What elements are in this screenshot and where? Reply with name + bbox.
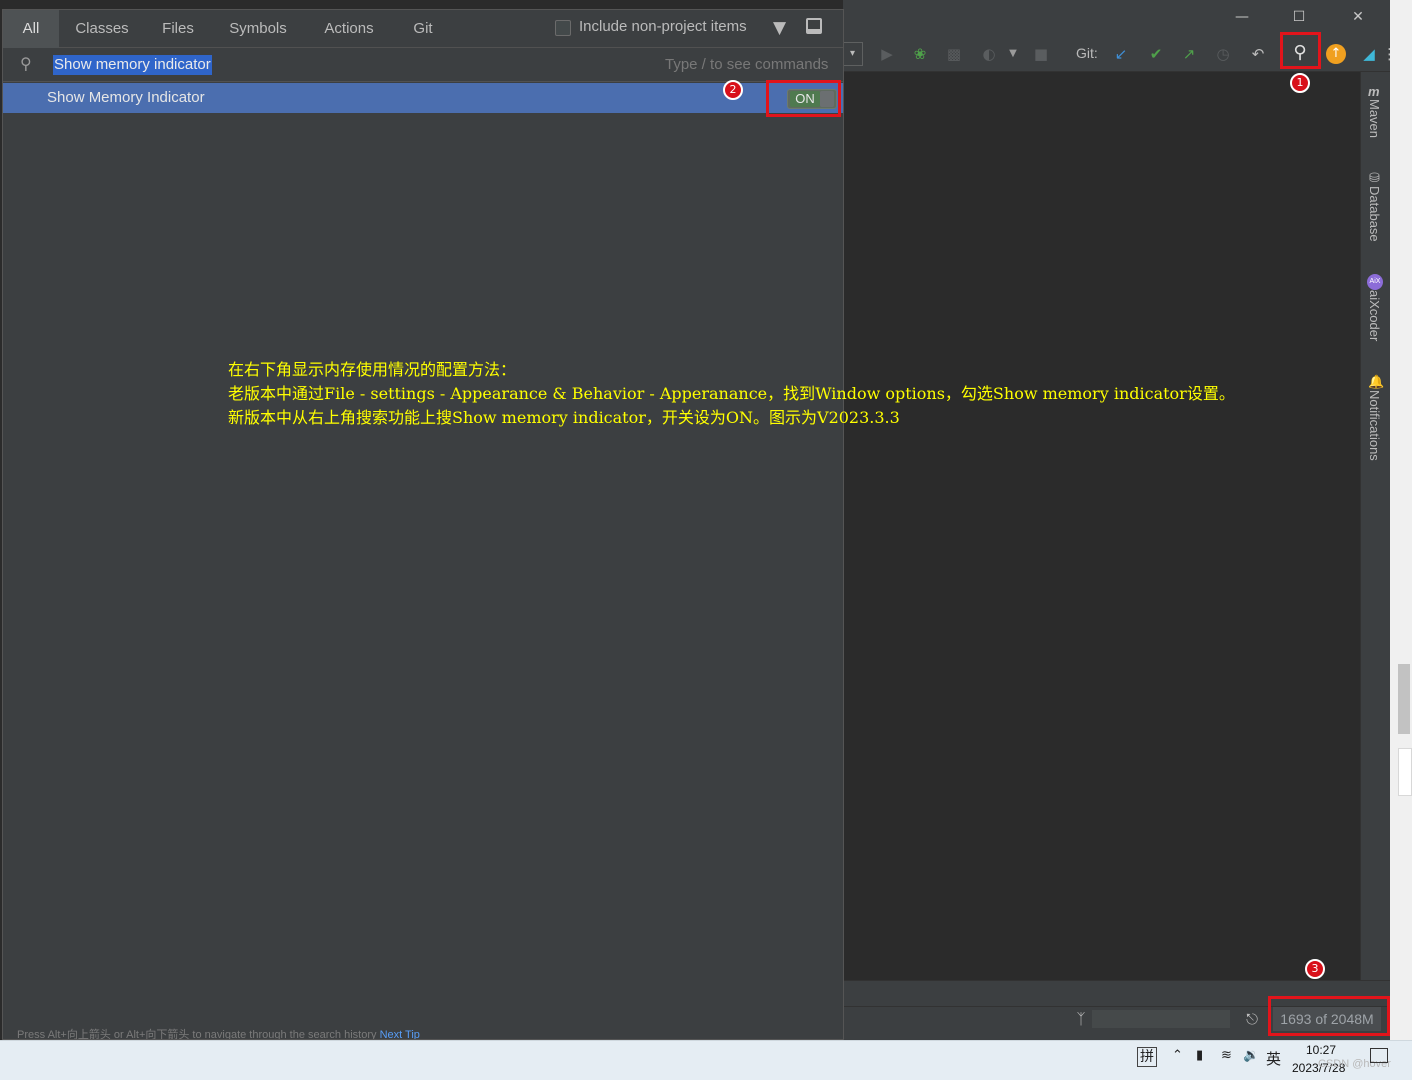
result-label: Show Memory Indicator — [47, 89, 205, 106]
run-icon[interactable]: ▶ — [878, 45, 896, 63]
git-update-icon[interactable]: ↙ — [1112, 45, 1130, 63]
update-icon[interactable]: ↑ — [1326, 44, 1346, 64]
run-config-dropdown[interactable]: ▾ — [843, 42, 863, 66]
popup-footer: Press Alt+向上箭头 or Alt+向下箭头 to navigate t… — [3, 1021, 843, 1039]
include-non-project-checkbox[interactable] — [555, 20, 571, 36]
maximize-icon[interactable]: ☐ — [1284, 6, 1314, 28]
filter-icon[interactable]: ▼ — [773, 18, 786, 38]
wifi-icon[interactable]: ≋ — [1221, 1048, 1232, 1063]
marker-2: 2 — [723, 80, 743, 100]
ide-titlebar: — ☐ ✕ — [843, 0, 1390, 36]
footer-tip: Press Alt+向上箭头 or Alt+向下箭头 to navigate t… — [17, 1026, 420, 1039]
annotation-line: 在右下角显示内存使用情况的配置方法： — [228, 360, 517, 379]
sidebar-item-notifications[interactable]: 🔔 Notifications — [1361, 374, 1391, 461]
plugin-icon[interactable]: ◢ — [1360, 45, 1378, 63]
marker-3: 3 — [1305, 959, 1325, 979]
volume-icon[interactable]: 🔉 — [1243, 1048, 1259, 1063]
branch-widget[interactable] — [1092, 1010, 1230, 1028]
git-push-icon[interactable]: ↗ — [1180, 45, 1198, 63]
sidebar-item-label: Database — [1367, 186, 1382, 242]
screen: — ☐ ✕ ▾ ▶ ❀ ▩ ◐ ▼ ■ Git: ↙ ✔ ↗ ◷ ↶ ⚲ ↑ ◢… — [0, 0, 1412, 1080]
search-icon: ⚲ — [20, 54, 32, 73]
minimize-icon[interactable]: — — [1227, 6, 1257, 28]
ime-language[interactable]: 英 — [1266, 1048, 1281, 1069]
list-item[interactable]: Show Memory Indicator ON — [3, 83, 843, 113]
bell-icon: 🔔 — [1368, 374, 1385, 389]
annotation-line: 老版本中通过File - settings - Appearance & Beh… — [228, 384, 1235, 403]
sidebar-item-database[interactable]: ⛁ Database — [1361, 170, 1391, 242]
power-save-icon[interactable]: ⎋ — [1243, 1010, 1261, 1028]
coverage-icon[interactable]: ▩ — [945, 45, 963, 63]
editor-area — [843, 72, 1360, 980]
maven-icon: m — [1368, 84, 1380, 99]
stop-icon[interactable]: ■ — [1032, 45, 1050, 63]
sidebar-item-maven[interactable]: m Maven — [1361, 84, 1391, 138]
tab-files[interactable]: Files — [153, 10, 203, 48]
clock-time[interactable]: 10:27 — [1306, 1043, 1336, 1057]
marker-1: 1 — [1290, 73, 1310, 93]
git-label: Git: — [1076, 45, 1098, 61]
tab-all[interactable]: All — [3, 10, 59, 48]
tab-actions[interactable]: Actions — [315, 10, 383, 48]
open-in-window-icon[interactable] — [806, 18, 822, 34]
search-hint: Type / to see commands — [665, 56, 829, 73]
sidebar-item-label: Maven — [1367, 99, 1382, 139]
include-non-project-label: Include non-project items — [579, 18, 747, 35]
profile-icon[interactable]: ◐ — [980, 45, 998, 63]
footer-text: Press Alt+向上箭头 or Alt+向下箭头 to navigate t… — [17, 1029, 377, 1039]
search-input[interactable]: Show memory indicator — [53, 55, 212, 75]
chevron-down-icon[interactable]: ▼ — [1004, 45, 1022, 63]
outer-scrollbar[interactable] — [1390, 0, 1412, 1040]
next-tip-link[interactable]: Next Tip — [380, 1029, 420, 1039]
highlight-box-toggle — [766, 80, 841, 117]
sidebar-item-label: Notifications — [1367, 390, 1382, 461]
search-everywhere-popup: All Classes Files Symbols Actions Git In… — [2, 9, 844, 1040]
database-icon: ⛁ — [1369, 170, 1380, 185]
aixcoder-icon: AiX — [1367, 274, 1383, 290]
notification-center-icon[interactable] — [1370, 1048, 1388, 1063]
tab-symbols[interactable]: Symbols — [221, 10, 295, 48]
git-commit-icon[interactable]: ✔ — [1147, 45, 1165, 63]
branch-icon[interactable]: ᛉ — [1072, 1010, 1090, 1028]
side-widget[interactable] — [1398, 748, 1412, 796]
rollback-icon[interactable]: ↶ — [1249, 45, 1267, 63]
battery-icon[interactable]: ▮ — [1196, 1048, 1203, 1063]
debug-icon[interactable]: ❀ — [911, 45, 929, 63]
scrollbar-thumb[interactable] — [1398, 664, 1410, 734]
annotation-line: 新版本中从右上角搜索功能上搜Show memory indicator，开关设为… — [228, 408, 900, 427]
sidebar-item-label: aiXcoder — [1367, 290, 1382, 342]
chevron-up-icon[interactable]: ⌃ — [1172, 1048, 1183, 1063]
right-tool-strip: m Maven ⛁ Database AiX aiXcoder 🔔 Notifi… — [1360, 72, 1390, 980]
ime-mode[interactable]: 拼 — [1137, 1047, 1157, 1067]
tab-git[interactable]: Git — [403, 10, 443, 48]
tab-classes[interactable]: Classes — [67, 10, 137, 48]
highlight-box-memory — [1268, 996, 1390, 1036]
annotation-text: 在右下角显示内存使用情况的配置方法： 老版本中通过File - settings… — [228, 358, 1235, 430]
close-icon[interactable]: ✕ — [1343, 6, 1373, 28]
highlight-box-search — [1280, 32, 1321, 69]
search-tabs: All Classes Files Symbols Actions Git In… — [3, 10, 843, 48]
sidebar-item-aixcoder[interactable]: AiX aiXcoder — [1361, 274, 1391, 341]
more-icon[interactable]: ⋮ — [1382, 45, 1397, 63]
history-icon[interactable]: ◷ — [1214, 45, 1232, 63]
